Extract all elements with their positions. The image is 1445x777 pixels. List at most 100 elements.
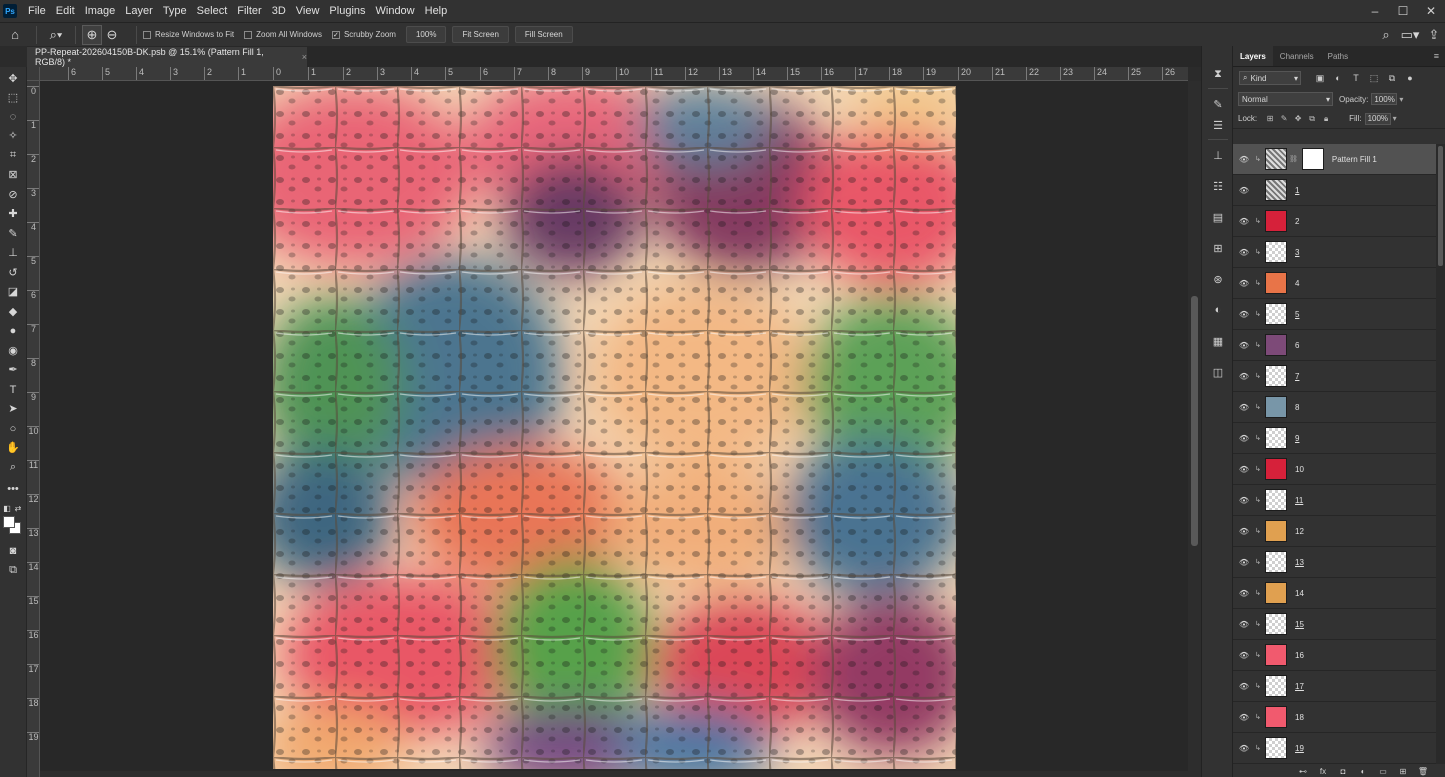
eye-visibility-icon[interactable]: 👁︎: [1233, 372, 1255, 381]
layer-thumbnail[interactable]: [1265, 489, 1287, 511]
zoom-tool-preset-icon[interactable]: ⌕▾: [43, 25, 69, 45]
layer-row[interactable]: 👁︎ 1: [1233, 175, 1436, 206]
lock-position-icon[interactable]: ✥: [1291, 114, 1305, 123]
zoom-tool-icon[interactable]: ⌕: [3, 459, 23, 476]
panel-menu-icon[interactable]: ≡: [1434, 51, 1439, 61]
shape-filter-icon[interactable]: ⬚: [1367, 72, 1381, 84]
eye-visibility-icon[interactable]: 👁︎: [1233, 279, 1255, 288]
layer-thumbnail[interactable]: [1265, 179, 1287, 201]
tab-channels[interactable]: Channels: [1273, 46, 1321, 66]
eye-visibility-icon[interactable]: 👁︎: [1233, 248, 1255, 257]
pen-tool-icon[interactable]: ✒: [3, 361, 23, 378]
brush-settings-icon[interactable]: ✎: [1209, 96, 1227, 112]
pixel-filter-icon[interactable]: ▣: [1313, 72, 1327, 84]
frame-tool-icon[interactable]: ⊠: [3, 166, 23, 183]
screen-mode-icon[interactable]: ⧉: [3, 562, 23, 579]
tab-paths[interactable]: Paths: [1321, 46, 1355, 66]
eyedropper-tool-icon[interactable]: ⊘: [3, 186, 23, 203]
eye-visibility-icon[interactable]: 👁︎: [1233, 434, 1255, 443]
add-mask-icon[interactable]: ◘: [1333, 767, 1353, 777]
share-icon[interactable]: ⇪: [1423, 25, 1445, 45]
swap-colors-icon[interactable]: ⇄: [13, 500, 23, 517]
patterns-icon[interactable]: ⊛: [1209, 271, 1227, 287]
vertical-scrollbar[interactable]: [1188, 81, 1201, 777]
opacity-dropdown-icon[interactable]: ▾: [1399, 95, 1403, 104]
paint-bucket-tool-icon[interactable]: ◆: [3, 303, 23, 320]
layer-row[interactable]: 👁︎ ↳ 17: [1233, 671, 1436, 702]
clone-stamp-tool-icon[interactable]: ⊥: [3, 244, 23, 261]
libraries-icon[interactable]: ▦: [1209, 333, 1227, 349]
eraser-tool-icon[interactable]: ◪: [3, 283, 23, 300]
layer-row[interactable]: 👁︎ ↳ 7: [1233, 361, 1436, 392]
layer-row[interactable]: 👁︎ ↳ 13: [1233, 547, 1436, 578]
tab-layers[interactable]: Layers: [1233, 46, 1273, 66]
eye-visibility-icon[interactable]: 👁︎: [1233, 217, 1255, 226]
crop-tool-icon[interactable]: ⌗: [3, 147, 23, 164]
layer-thumbnail[interactable]: [1265, 427, 1287, 449]
search-icon[interactable]: ⌕: [1375, 25, 1397, 45]
lock-transparent-icon[interactable]: ⊞: [1263, 114, 1277, 123]
layer-thumbnail[interactable]: [1265, 272, 1287, 294]
fill-screen-button[interactable]: Fill Screen: [514, 26, 573, 43]
layer-row[interactable]: 👁︎ ↳ 14: [1233, 578, 1436, 609]
color-panel-icon[interactable]: ◐: [1209, 302, 1227, 318]
menu-file[interactable]: File: [23, 0, 51, 22]
eye-visibility-icon[interactable]: 👁︎: [1233, 558, 1255, 567]
zoom-100-button[interactable]: 100%: [405, 26, 447, 43]
layer-thumbnail[interactable]: [1265, 737, 1287, 759]
vertical-ruler[interactable]: 0 1 2 3 4 5 6 7 8 9 10 11 12 13 14 15 16 17 18 19: [27, 81, 40, 777]
new-layer-icon[interactable]: ⊞: [1393, 767, 1413, 777]
menu-image[interactable]: Image: [80, 0, 121, 22]
menu-layer[interactable]: Layer: [120, 0, 158, 22]
eye-visibility-icon[interactable]: 👁︎: [1233, 465, 1255, 474]
menu-plugins[interactable]: Plugins: [324, 0, 370, 22]
layer-row[interactable]: 👁︎ ↳ 4: [1233, 268, 1436, 299]
eye-visibility-icon[interactable]: 👁︎: [1233, 744, 1255, 753]
horizontal-scrollbar[interactable]: [40, 771, 1188, 777]
healing-brush-tool-icon[interactable]: ✚: [3, 205, 23, 222]
resize-windows-checkbox[interactable]: Resize Windows to Fit: [143, 30, 234, 39]
fit-screen-button[interactable]: Fit Screen: [452, 26, 509, 43]
link-layers-icon[interactable]: ⊷: [1293, 767, 1313, 777]
layer-row[interactable]: 👁︎ ↳ 12: [1233, 516, 1436, 547]
type-filter-icon[interactable]: T: [1349, 72, 1363, 84]
path-selection-tool-icon[interactable]: ➤: [3, 400, 23, 417]
delete-layer-icon[interactable]: 🗑︎: [1413, 767, 1433, 777]
eye-visibility-icon[interactable]: 👁︎: [1233, 310, 1255, 319]
layer-thumbnail[interactable]: [1265, 365, 1287, 387]
layer-thumbnail[interactable]: [1265, 148, 1287, 170]
eye-visibility-icon[interactable]: 👁︎: [1233, 403, 1255, 412]
menu-help[interactable]: Help: [420, 0, 453, 22]
zoom-in-icon[interactable]: ⊕: [82, 24, 102, 45]
layer-row[interactable]: 👁︎ ↳ 16: [1233, 640, 1436, 671]
scrubby-zoom-checkbox[interactable]: ✓ Scrubby Zoom: [331, 30, 396, 39]
adjustments-icon[interactable]: ☷: [1209, 178, 1227, 194]
layer-thumbnail[interactable]: [1265, 396, 1287, 418]
hand-tool-icon[interactable]: ✋: [3, 439, 23, 456]
menu-3d[interactable]: 3D: [267, 0, 291, 22]
layer-row[interactable]: 👁︎ ↳ 10: [1233, 454, 1436, 485]
eye-visibility-icon[interactable]: 👁︎: [1233, 496, 1255, 505]
lock-artboard-icon[interactable]: ⧉: [1305, 114, 1319, 124]
marquee-tool-icon[interactable]: ⬚: [3, 89, 23, 106]
pattern-artwork[interactable]: [273, 86, 956, 769]
layer-thumbnail[interactable]: [1265, 551, 1287, 573]
layer-thumbnail[interactable]: [1265, 675, 1287, 697]
photoshop-logo-icon[interactable]: Ps: [3, 4, 17, 18]
swatches-icon[interactable]: ⊞: [1209, 240, 1227, 256]
layer-row[interactable]: 👁︎ ↳ 3: [1233, 237, 1436, 268]
document-tab[interactable]: PP-Repeat-202604150B-DK.psb @ 15.1% (Pat…: [27, 47, 307, 67]
eye-visibility-icon[interactable]: 👁︎: [1233, 186, 1255, 195]
layer-row[interactable]: 👁︎ ↳ 6: [1233, 330, 1436, 361]
zoom-all-checkbox[interactable]: Zoom All Windows: [244, 30, 322, 39]
layer-thumbnail[interactable]: [1265, 241, 1287, 263]
eye-visibility-icon[interactable]: 👁︎: [1233, 682, 1255, 691]
menu-select[interactable]: Select: [192, 0, 233, 22]
workspace-icon[interactable]: ▭▾: [1397, 25, 1423, 45]
close-window-button[interactable]: ✕: [1417, 0, 1445, 22]
menu-window[interactable]: Window: [371, 0, 420, 22]
new-group-icon[interactable]: ▭: [1373, 767, 1393, 777]
brush-tool-icon[interactable]: ✎: [3, 225, 23, 242]
magic-wand-tool-icon[interactable]: ✧: [3, 127, 23, 144]
eye-visibility-icon[interactable]: 👁︎: [1233, 713, 1255, 722]
